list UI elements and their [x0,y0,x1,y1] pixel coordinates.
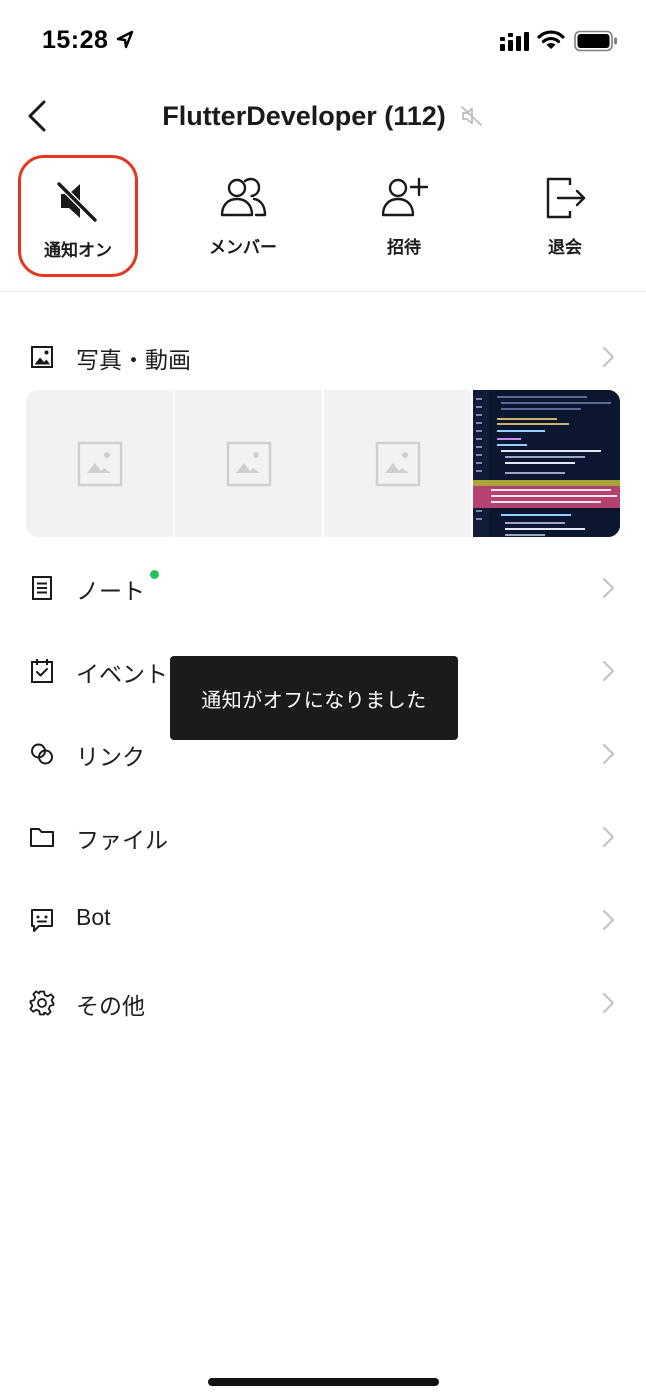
menu-item-label: その他 [76,993,145,1019]
add-person-icon [381,177,429,217]
gear-icon [29,990,55,1016]
image-icon [31,346,53,368]
code-screenshot-image [473,390,620,537]
image-placeholder-icon [226,441,271,486]
action-row: 通知オン メンバー 招待 退会 [0,155,646,280]
members-label: メンバー [209,238,277,257]
menu-item-photos[interactable]: 写真・動画 [0,327,646,387]
menu-item-label: Bot [76,904,111,930]
exit-icon [546,177,586,219]
photo-thumbnail[interactable] [26,390,173,537]
chevron-right-icon [602,346,615,368]
chevron-right-icon [602,660,615,682]
photo-thumbnail[interactable] [175,390,322,537]
invite-label: 招待 [387,238,421,257]
chevron-right-icon [602,577,615,599]
menu-item-note[interactable]: ノート [0,558,646,618]
photo-thumbnail[interactable] [324,390,471,537]
link-icon [31,743,53,765]
menu-item-label: ファイル [76,827,168,853]
title-container: FlutterDeveloper (112) [0,84,646,148]
header: FlutterDeveloper (112) [0,84,646,148]
battery-icon [574,30,617,52]
wifi-icon [537,30,565,49]
leave-label: 退会 [548,238,582,257]
bot-face-icon [31,909,53,932]
home-indicator[interactable] [208,1378,439,1386]
location-arrow-icon [116,30,134,49]
chevron-right-icon [602,909,615,931]
chevron-right-icon [602,992,615,1014]
status-time: 15:28 [42,26,109,54]
members-button[interactable]: メンバー [183,155,303,277]
chevron-right-icon [602,743,615,765]
notification-toggle-button[interactable]: 通知オン [18,155,138,277]
toast-notification: 通知がオフになりました [170,656,458,740]
code-screenshot-thumbnail[interactable] [473,390,620,537]
image-placeholder-icon [375,441,420,486]
chevron-right-icon [602,826,615,848]
new-indicator-dot [150,570,159,579]
folder-icon [30,828,54,847]
invite-button[interactable]: 招待 [344,155,464,277]
menu-item-other[interactable]: その他 [0,973,646,1033]
calendar-check-icon [31,659,53,683]
page-title: FlutterDeveloper (112) [162,100,446,131]
status-bar: 15:28 [0,0,646,84]
menu-item-label: イベント [76,661,168,687]
speaker-muted-icon [460,106,482,126]
notification-toggle-label: 通知オン [44,241,112,260]
menu-item-bot[interactable]: Bot [0,890,646,950]
toast-message: 通知がオフになりました [201,689,427,712]
speaker-muted-icon [56,181,98,223]
menu-item-label: 写真・動画 [76,347,191,373]
back-button[interactable] [22,98,52,134]
photo-strip [26,390,620,537]
members-icon [220,177,267,217]
divider [0,291,646,292]
image-placeholder-icon [77,441,122,486]
note-icon [32,576,52,600]
leave-button[interactable]: 退会 [505,155,625,277]
menu-item-label: リンク [76,744,145,770]
menu-item-label: ノート [76,578,145,604]
cellular-signal-icon [500,32,529,51]
menu-item-file[interactable]: ファイル [0,807,646,867]
